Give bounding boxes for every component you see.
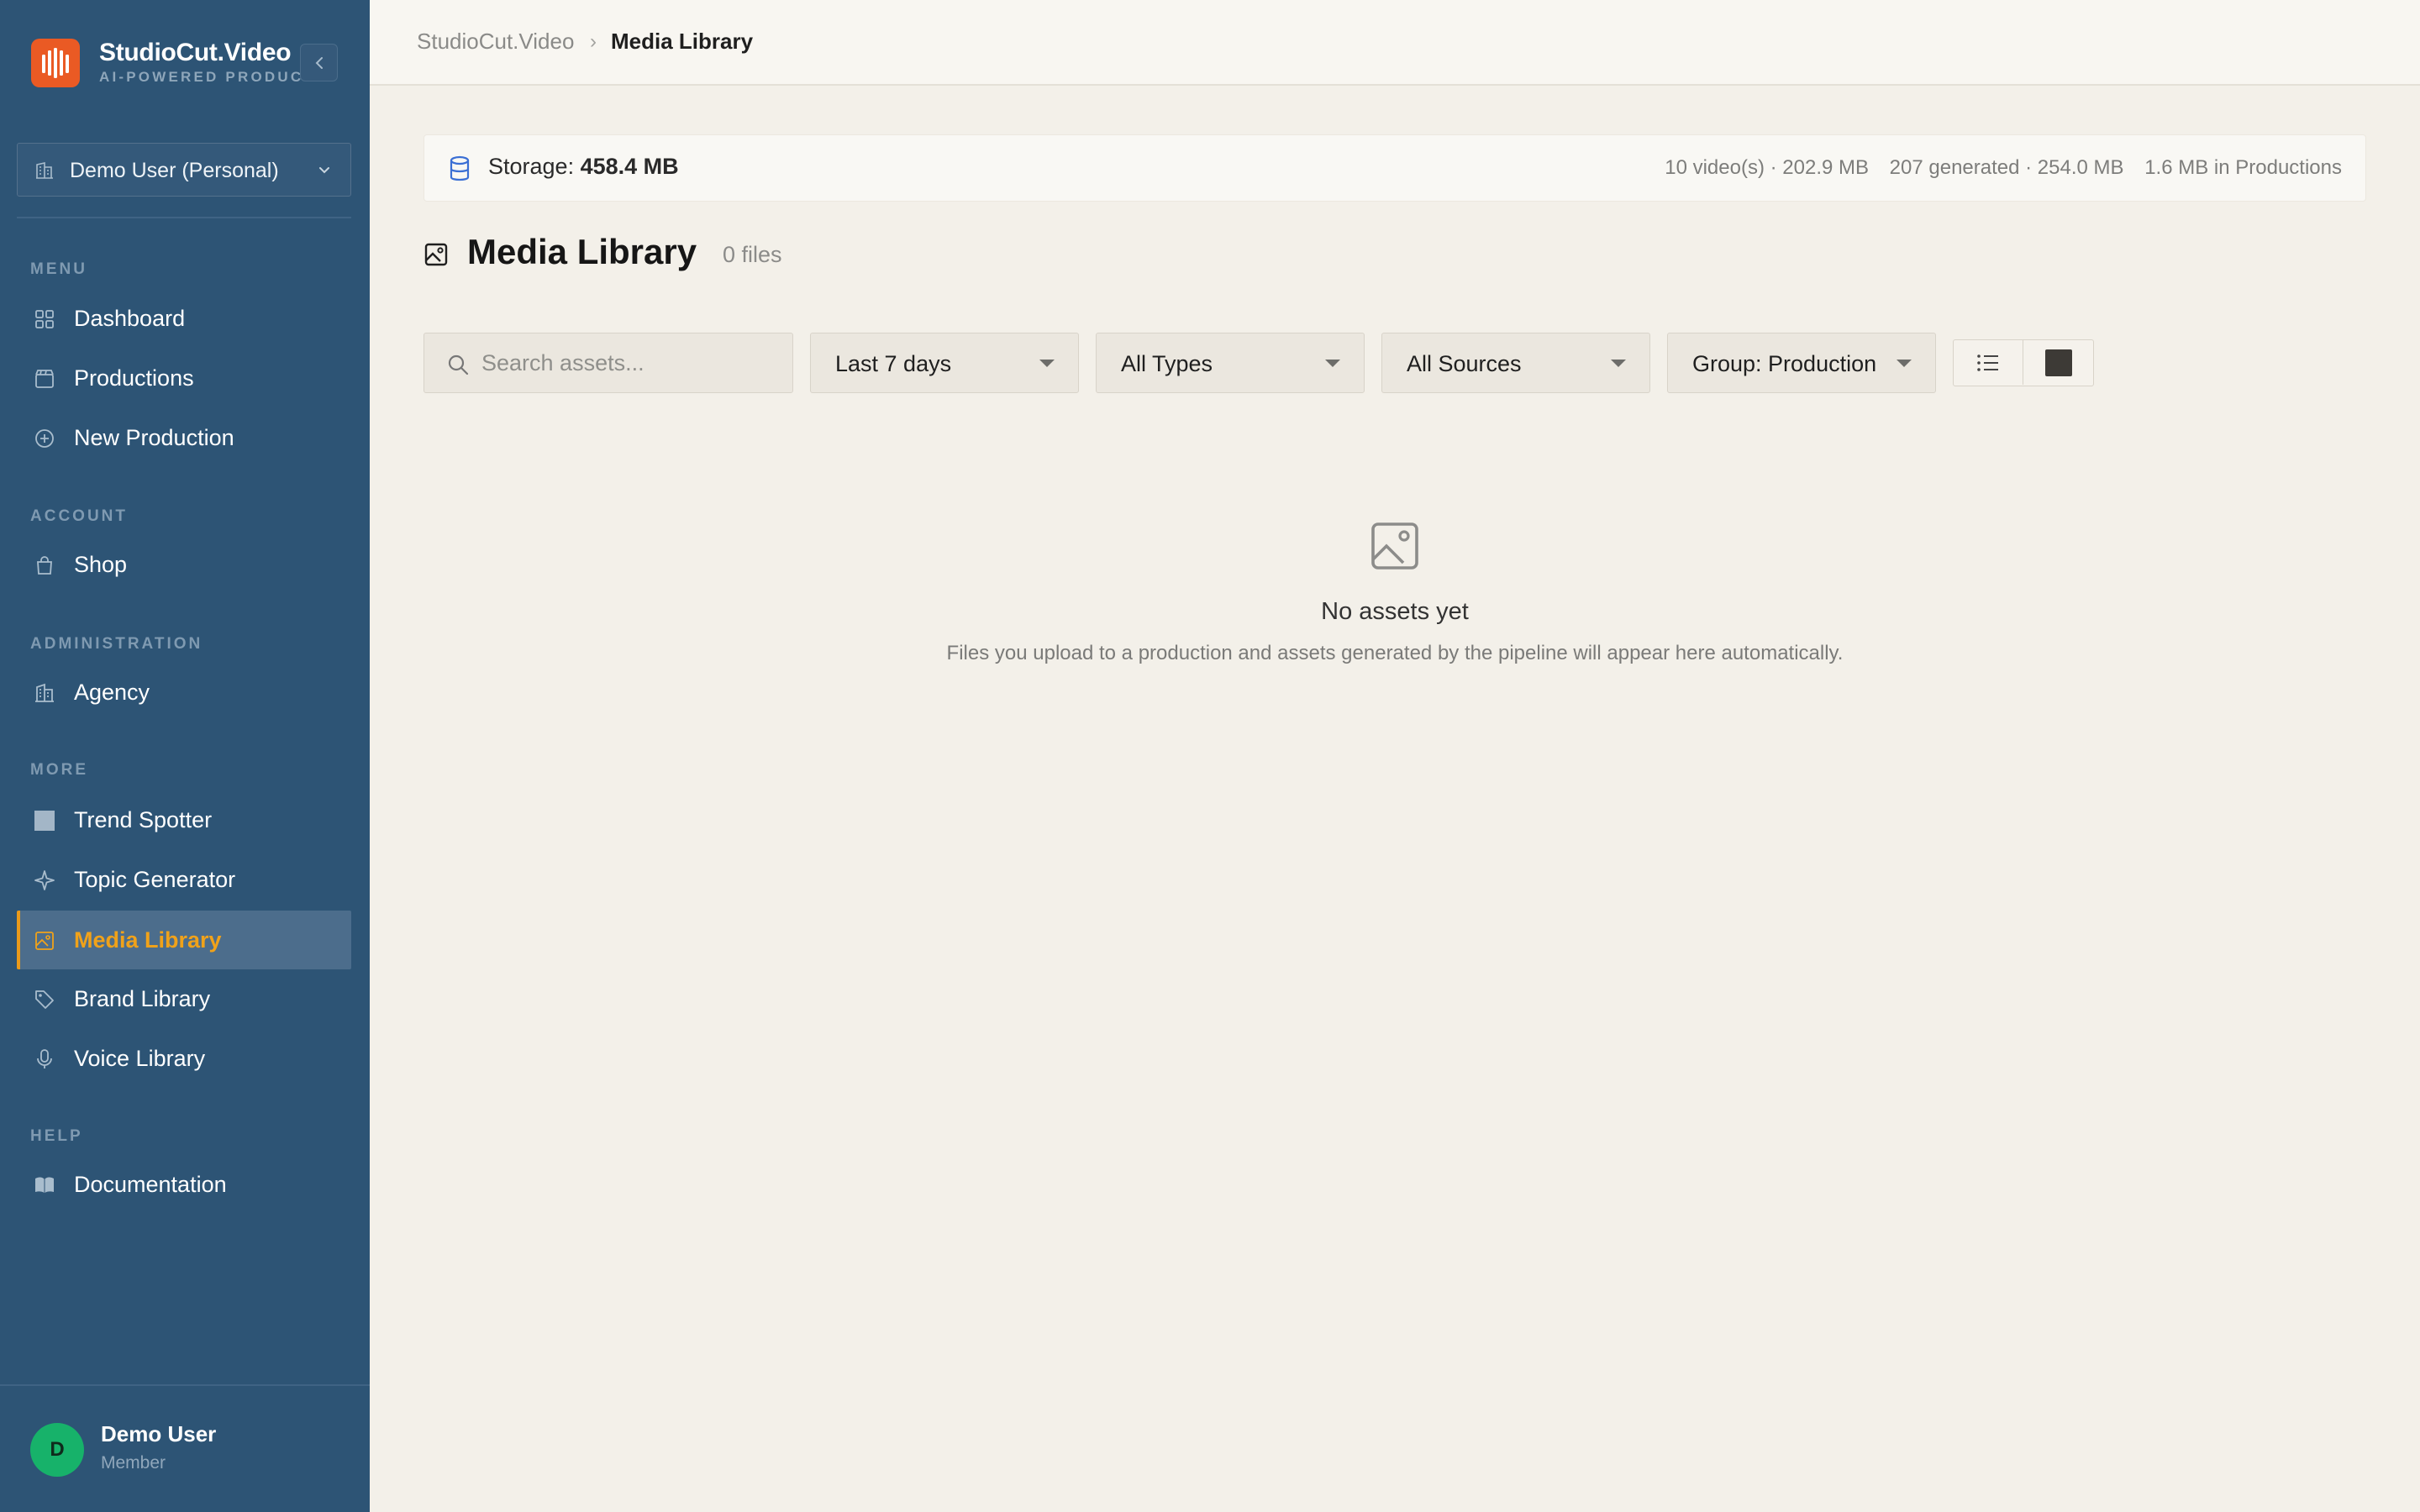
sidebar-item-label: Topic Generator xyxy=(74,867,236,892)
file-count: 0 files xyxy=(723,242,782,267)
sidebar-item-documentation[interactable]: Documentation xyxy=(17,1155,351,1214)
sidebar-item-brand-library[interactable]: Brand Library xyxy=(17,969,351,1028)
sidebar-item-label: Media Library xyxy=(74,927,222,953)
square-icon xyxy=(34,811,55,831)
breadcrumb-root-link[interactable]: StudioCut.Video xyxy=(417,29,574,55)
sidebar-divider xyxy=(17,217,351,218)
storage-total: Storage: 458.4 MB xyxy=(488,154,679,180)
type-select[interactable]: All Types xyxy=(1096,333,1365,393)
sidebar-item-productions[interactable]: Productions xyxy=(17,349,351,407)
sidebar-item-label: Shop xyxy=(74,552,128,577)
user-role: Member xyxy=(101,1453,166,1473)
list-icon xyxy=(1977,354,1998,371)
shopping-bag-icon xyxy=(37,556,52,575)
storage-summary: Storage: 458.4 MB 10 video(s) · 202.9 MB… xyxy=(424,134,2366,202)
sidebar-item-label: Trend Spotter xyxy=(74,807,213,832)
empty-state: No assets yet Files you upload to a prod… xyxy=(840,521,1949,672)
sidebar-item-dashboard[interactable]: Dashboard xyxy=(17,289,351,348)
sidebar-item-voice-library[interactable]: Voice Library xyxy=(17,1029,351,1088)
caret-down-icon xyxy=(1325,360,1340,367)
image-icon xyxy=(35,932,54,950)
plus-circle-icon xyxy=(35,429,54,448)
user-profile[interactable]: D Demo User Member xyxy=(0,1384,370,1512)
sidebar-item-label: Agency xyxy=(74,680,150,705)
caret-down-icon xyxy=(1897,360,1912,367)
caret-down-icon xyxy=(1611,360,1626,367)
section-label-more: MORE xyxy=(30,761,88,779)
sidebar-item-label: Dashboard xyxy=(74,306,186,331)
book-icon xyxy=(35,1177,54,1193)
chevron-down-icon xyxy=(319,167,329,174)
section-label-help: HELP xyxy=(30,1127,83,1145)
user-name: Demo User xyxy=(101,1421,217,1446)
source-select[interactable]: All Sources xyxy=(1381,333,1650,393)
brand-subtitle: AI-POWERED PRODUCTION xyxy=(99,69,314,85)
view-toggle xyxy=(1953,339,2094,386)
sidebar-item-label: Documentation xyxy=(74,1172,227,1197)
sidebar-item-topic-generator[interactable]: Topic Generator xyxy=(17,850,351,909)
sidebar-item-label: Brand Library xyxy=(74,986,211,1011)
avatar: D xyxy=(30,1423,84,1477)
section-label-account: ACCOUNT xyxy=(30,507,128,525)
sidebar-item-shop[interactable]: Shop xyxy=(17,535,351,594)
sidebar-item-label: Productions xyxy=(74,365,194,391)
microphone-icon xyxy=(37,1049,52,1068)
storage-breakdown: 10 video(s) · 202.9 MB 207 generated · 2… xyxy=(1649,156,2342,180)
clapperboard-icon xyxy=(35,370,54,388)
brand-title: StudioCut.Video xyxy=(99,39,292,66)
sidebar-item-agency[interactable]: Agency xyxy=(17,663,351,722)
building-icon xyxy=(36,162,53,179)
group-select[interactable]: Group: Production xyxy=(1667,333,1936,393)
empty-state-title: No assets yet xyxy=(1321,598,1469,625)
list-view-button[interactable] xyxy=(1954,340,2023,385)
topbar: StudioCut.Video › Media Library xyxy=(370,0,2420,86)
breadcrumb-current: Media Library xyxy=(611,29,754,54)
search-input[interactable] xyxy=(481,345,776,381)
chevron-left-icon xyxy=(315,56,323,69)
building-icon xyxy=(35,683,54,702)
image-icon xyxy=(424,243,448,266)
date-range-select[interactable]: Last 7 days xyxy=(810,333,1079,393)
workspace-selector[interactable]: Demo User (Personal) xyxy=(17,143,351,197)
type-value: All Types xyxy=(1121,351,1213,376)
empty-state-description: Files you upload to a production and ass… xyxy=(946,642,1844,664)
grid-view-button[interactable] xyxy=(2023,340,2093,385)
search-box[interactable] xyxy=(424,333,793,393)
database-icon xyxy=(450,155,470,181)
image-placeholder-icon xyxy=(1371,522,1418,570)
collapse-sidebar-button[interactable] xyxy=(300,44,338,81)
storage-videos: 10 video(s) · 202.9 MB xyxy=(1665,156,1869,179)
sidebar-item-trend-spotter[interactable]: Trend Spotter xyxy=(17,790,351,849)
caret-down-icon xyxy=(1039,360,1055,367)
section-label-administration: ADMINISTRATION xyxy=(30,635,203,653)
grid-icon xyxy=(35,310,54,328)
tag-icon xyxy=(35,990,54,1009)
page-header: Media Library 0 files xyxy=(424,230,1432,277)
group-value: Group: Production xyxy=(1692,351,1877,376)
storage-productions: 1.6 MB in Productions xyxy=(2144,156,2342,179)
storage-total-value: 458.4 MB xyxy=(580,154,679,179)
sidebar-item-new-production[interactable]: New Production xyxy=(17,408,351,467)
brand[interactable]: StudioCut.Video AI-POWERED PRODUCTION xyxy=(31,39,342,87)
sidebar: StudioCut.Video AI-POWERED PRODUCTION De… xyxy=(0,0,370,1512)
sidebar-item-media-library[interactable]: Media Library xyxy=(17,911,351,969)
search-icon xyxy=(448,354,469,375)
storage-generated: 207 generated · 254.0 MB xyxy=(1889,156,2124,179)
workspace-label: Demo User (Personal) xyxy=(70,159,279,182)
logo-icon xyxy=(31,39,80,87)
sparkle-icon xyxy=(34,870,55,890)
date-range-value: Last 7 days xyxy=(835,351,952,376)
section-label-menu: MENU xyxy=(30,260,87,278)
sidebar-item-label: Voice Library xyxy=(74,1046,206,1071)
grid-icon xyxy=(2044,349,2072,376)
sidebar-item-label: New Production xyxy=(74,425,234,450)
breadcrumb-separator: › xyxy=(590,30,597,53)
app-root: StudioCut.Video AI-POWERED PRODUCTION De… xyxy=(0,0,2420,1512)
source-value: All Sources xyxy=(1407,351,1522,376)
page-title: Media Library xyxy=(467,232,697,271)
storage-label-text: Storage: xyxy=(488,154,575,179)
